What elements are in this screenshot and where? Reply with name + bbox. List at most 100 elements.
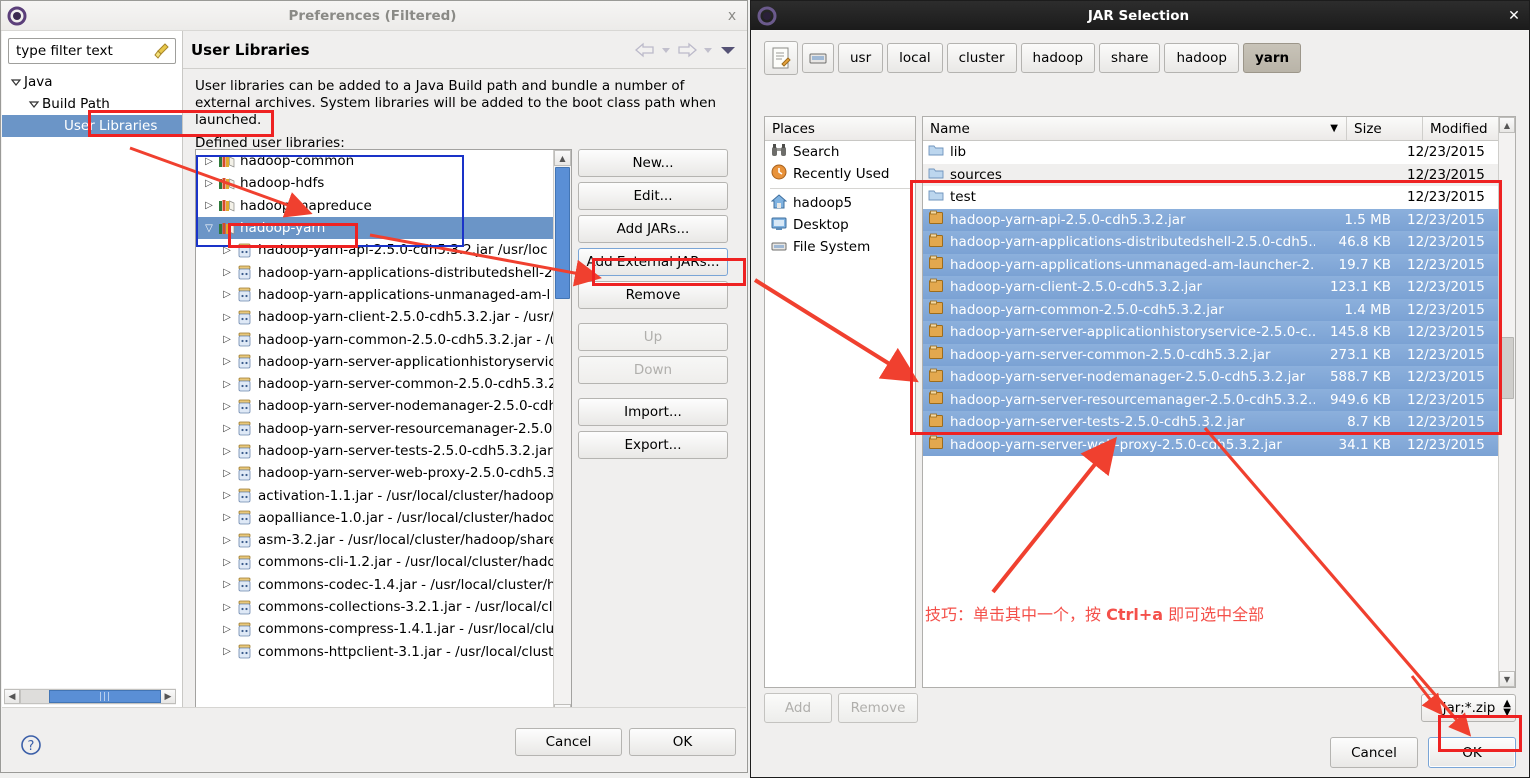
column-header-name[interactable]: Name ▼ (923, 117, 1347, 140)
forward-icon[interactable] (676, 41, 698, 59)
breadcrumb-item-hadoop[interactable]: hadoop (1164, 43, 1239, 73)
file-type-filter-select[interactable]: *.jar;*.zip ▲ ▼ (1420, 694, 1516, 722)
expand-arrow-icon[interactable]: ▷ (218, 289, 236, 300)
ok-button[interactable]: OK (1428, 737, 1516, 768)
hscroll-right-button[interactable]: ▶ (160, 689, 176, 704)
remove-button[interactable]: Remove (838, 693, 918, 723)
expand-arrow-icon[interactable]: ▷ (218, 602, 236, 613)
menu-chevron-down-icon[interactable] (718, 43, 738, 57)
breadcrumb-item-local[interactable]: local (887, 43, 943, 73)
clear-broom-icon[interactable] (153, 42, 171, 60)
file-row[interactable]: sources 12/23/2015 (923, 163, 1499, 186)
tree-item-java[interactable]: Java (2, 71, 182, 93)
tree-item-build-path[interactable]: Build Path (2, 93, 182, 115)
library-jar-row[interactable]: ▷ commons-codec-1.4.jar - /usr/local/clus… (196, 574, 554, 596)
edit-button[interactable]: Edit... (578, 182, 728, 210)
breadcrumb-item-cluster[interactable]: cluster (946, 43, 1017, 73)
library-jar-row[interactable]: ▷ commons-cli-1.2.jar - /usr/local/cluste… (196, 551, 554, 573)
library-row[interactable]: ▷ hadoop-common (196, 150, 554, 172)
scroll-down-button[interactable]: ▼ (1499, 671, 1515, 687)
cancel-button[interactable]: Cancel (515, 728, 622, 756)
expand-arrow-icon[interactable]: ▷ (218, 579, 236, 590)
ok-button[interactable]: OK (629, 728, 736, 756)
forward-dropdown-icon[interactable] (702, 44, 714, 56)
library-row[interactable]: ▷ hadoop-hdfs (196, 172, 554, 194)
library-jar-row[interactable]: ▷ activation-1.1.jar - /usr/local/cluster… (196, 484, 554, 506)
expand-arrow-icon[interactable]: ▷ (218, 267, 236, 278)
library-jar-row[interactable]: ▷ hadoop-yarn-common-2.5.0-cdh5.3.2.jar -… (196, 328, 554, 350)
library-jar-row[interactable]: ▷ commons-compress-1.4.1.jar - /usr/local… (196, 618, 554, 640)
library-jar-row[interactable]: ▷ hadoop-yarn-applications-distributedshe… (196, 261, 554, 283)
breadcrumb-item-usr[interactable]: usr (838, 43, 884, 73)
expand-arrow-icon[interactable]: ▷ (218, 356, 236, 367)
expand-arrow-icon[interactable]: ▷ (218, 423, 236, 434)
new-button[interactable]: New... (578, 149, 728, 177)
place-item-hadoop5[interactable]: hadoop5 (765, 192, 915, 214)
expand-arrow-icon[interactable]: ▷ (218, 446, 236, 457)
expand-arrow-icon[interactable]: ▷ (218, 646, 236, 657)
library-jar-row[interactable]: ▷ hadoop-yarn-client-2.5.0-cdh5.3.2.jar -… (196, 306, 554, 328)
expand-arrow-icon[interactable]: ▷ (218, 557, 236, 568)
expand-arrow-icon[interactable]: ▷ (218, 490, 236, 501)
library-jar-row[interactable]: ▷ hadoop-yarn-server-nodemanager-2.5.0-cd… (196, 395, 554, 417)
expand-arrow-icon[interactable]: ▷ (218, 624, 236, 635)
hscroll-left-button[interactable]: ◀ (4, 689, 20, 704)
scroll-thumb[interactable] (555, 167, 570, 299)
file-row[interactable]: test 12/23/2015 (923, 186, 1499, 209)
expand-arrow-icon[interactable]: ▷ (218, 312, 236, 323)
library-jar-row[interactable]: ▷ commons-httpclient-3.1.jar - /usr/local… (196, 641, 554, 663)
add-jars-button[interactable]: Add JARs... (578, 215, 728, 243)
type-path-icon[interactable] (764, 41, 798, 75)
library-jar-row[interactable]: ▷ hadoop-yarn-server-tests-2.5.0-cdh5.3.2… (196, 440, 554, 462)
cancel-button[interactable]: Cancel (1330, 737, 1418, 768)
add-external-jars-button[interactable]: Add External JARs... (578, 248, 728, 276)
library-jar-row[interactable]: ▷ aopalliance-1.0.jar - /usr/local/cluste… (196, 507, 554, 529)
import-button[interactable]: Import... (578, 398, 728, 426)
file-row[interactable]: hadoop-yarn-applications-distributedshel… (923, 231, 1499, 254)
stepper-icon[interactable]: ▲ ▼ (1503, 699, 1511, 718)
file-row[interactable]: hadoop-yarn-client-2.5.0-cdh5.3.2.jar 123… (923, 276, 1499, 299)
file-row[interactable]: hadoop-yarn-server-web-proxy-2.5.0-cdh5.… (923, 433, 1499, 456)
sort-chevron-down-icon[interactable]: ▼ (1330, 123, 1338, 134)
file-row[interactable]: hadoop-yarn-server-common-2.5.0-cdh5.3.2… (923, 343, 1499, 366)
breadcrumb-item-hadoop[interactable]: hadoop (1020, 43, 1096, 73)
remove-button[interactable]: Remove (578, 281, 728, 309)
file-row[interactable]: lib 12/23/2015 (923, 141, 1499, 164)
library-jar-row[interactable]: ▷ hadoop-yarn-applications-unmanaged-am-l (196, 284, 554, 306)
library-row[interactable]: ▽ hadoop-yarn (196, 216, 554, 240)
library-jar-row[interactable]: ▷ hadoop-yarn-api-2.5.0-cdh5.3.2.jar /usr… (196, 239, 554, 261)
file-row[interactable]: hadoop-yarn-server-tests-2.5.0-cdh5.3.2.… (923, 411, 1499, 434)
breadcrumb-item-share[interactable]: share (1099, 43, 1161, 73)
sidebar-horizontal-scrollbar[interactable]: ◀ ||| ▶ (4, 688, 176, 705)
library-jar-row[interactable]: ▷ asm-3.2.jar - /usr/local/cluster/hadoop… (196, 529, 554, 551)
expand-arrow-icon[interactable]: ▷ (218, 245, 236, 256)
place-item-file-system[interactable]: File System (765, 236, 915, 258)
hscroll-thumb[interactable]: ||| (49, 690, 161, 703)
libraries-vertical-scrollbar[interactable]: ▲ ▼ (553, 150, 571, 720)
filter-input[interactable]: type filter text (8, 38, 176, 64)
library-jar-row[interactable]: ▷ commons-collections-3.2.1.jar - /usr/lo… (196, 596, 554, 618)
scroll-up-button[interactable]: ▲ (554, 150, 571, 166)
back-icon[interactable] (634, 41, 656, 59)
scroll-thumb[interactable] (1500, 337, 1514, 399)
library-jar-row[interactable]: ▷ hadoop-yarn-server-common-2.5.0-cdh5.3.… (196, 373, 554, 395)
add-button[interactable]: Add (764, 693, 832, 723)
sidebar-item-user-libraries[interactable]: User Libraries (2, 115, 182, 137)
place-item-desktop[interactable]: Desktop (765, 214, 915, 236)
expand-arrow-icon[interactable] (8, 74, 24, 90)
expand-arrow-icon[interactable]: ▷ (200, 200, 218, 211)
file-row[interactable]: hadoop-yarn-applications-unmanaged-am-la… (923, 253, 1499, 276)
file-row[interactable]: hadoop-yarn-server-resourcemanager-2.5.0… (923, 388, 1499, 411)
file-row[interactable]: hadoop-yarn-common-2.5.0-cdh5.3.2.jar 1.4… (923, 298, 1499, 321)
hscroll-track[interactable]: ||| (20, 689, 161, 704)
expand-arrow-icon[interactable]: ▷ (200, 178, 218, 189)
help-icon[interactable]: ? (20, 734, 42, 756)
expand-arrow-icon[interactable]: ▷ (218, 535, 236, 546)
user-libraries-list[interactable]: ▷ hadoop-common ▷ hadoop-hdfs ▷ hadoop-mapred… (195, 149, 572, 721)
expand-arrow-icon[interactable]: ▷ (218, 512, 236, 523)
expand-arrow-icon[interactable]: ▽ (200, 223, 218, 234)
expand-arrow-icon[interactable] (26, 96, 42, 112)
expand-arrow-icon[interactable]: ▷ (218, 379, 236, 390)
back-dropdown-icon[interactable] (660, 44, 672, 56)
close-icon[interactable]: ✕ (1499, 8, 1529, 24)
